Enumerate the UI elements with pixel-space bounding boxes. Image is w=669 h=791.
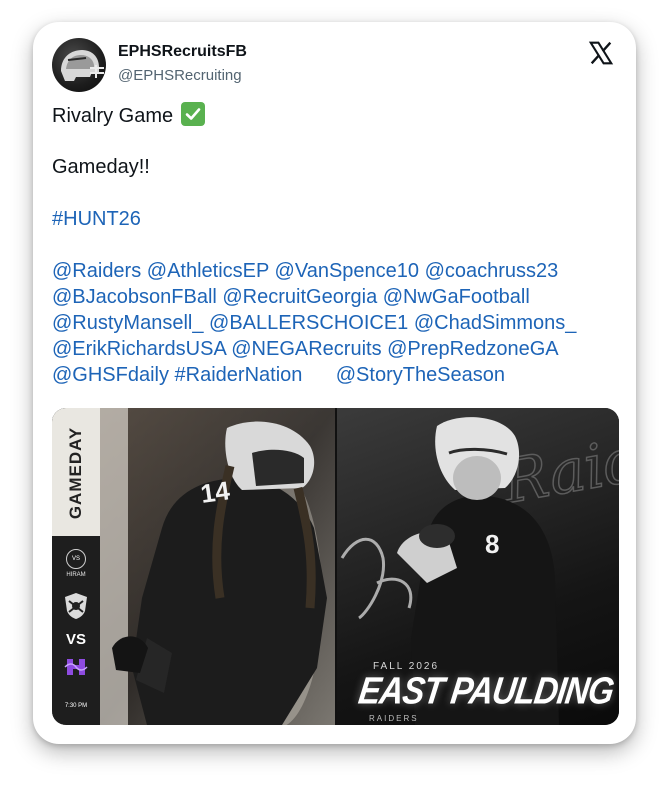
account-handle[interactable]: @EPHSRecruiting — [118, 67, 242, 84]
display-name[interactable]: EPHSRecruitsFB — [118, 43, 247, 61]
mention-line[interactable]: @Raiders @AthleticsEP @VanSpence10 @coac… — [52, 258, 627, 284]
hashtag-link[interactable]: #HUNT26 — [52, 206, 627, 232]
x-logo-icon[interactable] — [588, 40, 614, 66]
hiram-logo-icon — [64, 659, 88, 675]
jersey-number-left: 14 — [199, 475, 232, 509]
gameday-label: GAMEDAY — [66, 426, 85, 520]
team-subtitle: RAIDERS — [369, 714, 419, 723]
rivalry-text: Rivalry Game — [52, 105, 174, 127]
gameday-side-panel: GAMEDAY VS HIRAM VS 7:30 PM — [52, 408, 100, 725]
mention-line[interactable]: @RustyMansell_ @BALLERSCHOICE1 @ChadSimm… — [52, 310, 627, 336]
helmet-icon — [61, 50, 104, 81]
media-image-right[interactable]: Raiders 8 FALL 2026 EAST PAULDING RAIDER… — [337, 408, 619, 725]
tweet-card: EPHSRecruitsFB @EPHSRecruiting Rivalry G… — [33, 22, 636, 744]
raiders-shield-icon — [65, 593, 87, 619]
mention-line[interactable]: @GHSFdaily #RaiderNation @StoryTheSeason — [52, 362, 627, 388]
opponent-label: HIRAM — [66, 572, 86, 578]
gameday-text: Gameday!! — [52, 156, 150, 178]
vs-badge: VS — [66, 549, 86, 569]
media-image-left[interactable]: 14 GAMEDAY VS HIRAM VS 7:30 PM — [52, 408, 335, 725]
tweet-header: EPHSRecruitsFB @EPHSRecruiting — [52, 38, 620, 94]
tweet-media[interactable]: 14 GAMEDAY VS HIRAM VS 7:30 PM Raiders 8… — [52, 408, 619, 725]
mention-line[interactable]: @BJacobsonFBall @RecruitGeorgia @NwGaFoo… — [52, 284, 627, 310]
game-time: 7:30 PM — [64, 703, 88, 709]
matchup-vs: VS — [65, 631, 86, 648]
mention-line[interactable]: @ErikRichardsUSA @NEGARecruits @PrepRedz… — [52, 336, 627, 362]
tweet-text: Rivalry Game Gameday!! #HUNT26 @Raiders … — [52, 102, 627, 388]
avatar[interactable] — [52, 38, 106, 92]
team-title: EAST PAULDING — [356, 669, 617, 712]
jersey-number-right: 8 — [485, 529, 499, 559]
check-mark-icon — [180, 102, 205, 126]
tweet-line-rivalry: Rivalry Game — [52, 102, 627, 128]
